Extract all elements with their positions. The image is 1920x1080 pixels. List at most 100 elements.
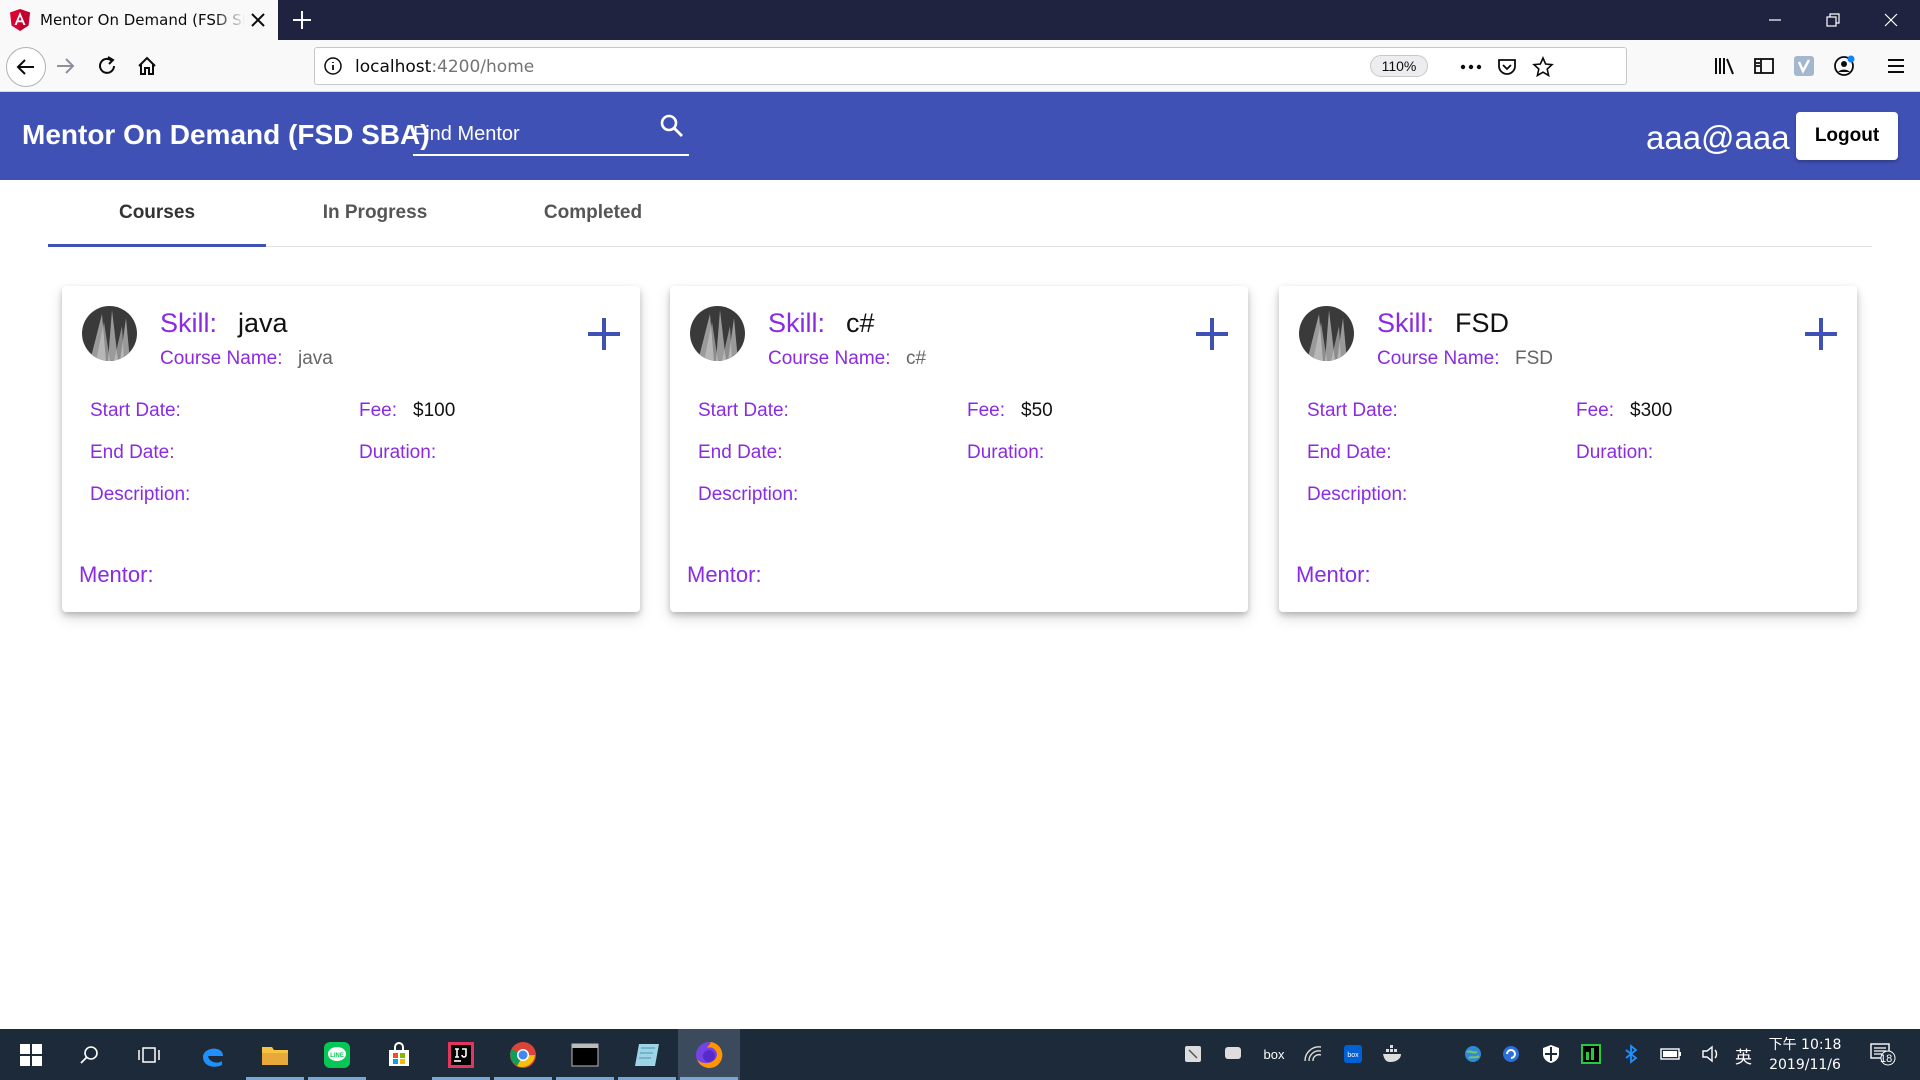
add-course-button[interactable] (586, 316, 622, 352)
tray-network-icon[interactable] (1302, 1043, 1324, 1065)
end-date-label: End Date: (90, 442, 175, 463)
taskbar-clock[interactable]: 下午 10:18 2019/11/6 (1765, 1035, 1845, 1075)
add-course-button[interactable] (1803, 316, 1839, 352)
search-taskbar-button[interactable] (58, 1029, 120, 1080)
tray-evernote-icon[interactable] (1182, 1043, 1204, 1065)
line-chat-icon: LINE (324, 1041, 350, 1068)
task-view-button[interactable] (118, 1029, 180, 1080)
mentor-label: Mentor: (687, 562, 762, 587)
account-button[interactable] (1831, 53, 1857, 79)
mentor-avatar (82, 306, 137, 361)
close-window-button[interactable] (1862, 0, 1920, 40)
skill-value: c# (846, 308, 875, 338)
taskbar-app-chrome[interactable] (492, 1029, 554, 1080)
course-tabs: Courses In Progress Completed (48, 180, 1872, 247)
pocket-icon (1498, 59, 1516, 75)
find-mentor-field[interactable] (413, 112, 689, 156)
avatar-image-icon (1299, 306, 1354, 361)
tray-box-label-icon[interactable]: box (1260, 1043, 1288, 1065)
tab-completed[interactable]: Completed (484, 180, 702, 246)
mentor-avatar (690, 306, 745, 361)
taskbar-app-terminal[interactable] (554, 1029, 616, 1080)
find-mentor-input[interactable] (413, 120, 653, 148)
search-icon[interactable] (658, 112, 686, 140)
start-date-label: Start Date: (1307, 400, 1398, 421)
logout-button[interactable]: Logout (1796, 112, 1898, 160)
tray-docker-icon[interactable] (1382, 1043, 1404, 1065)
taskbar-app-intellij[interactable] (430, 1029, 492, 1080)
close-icon (1884, 13, 1898, 27)
fee-value: $50 (1021, 400, 1053, 421)
back-button[interactable] (6, 47, 46, 87)
notes-app-icon (635, 1043, 659, 1066)
tray-volume-icon[interactable] (1700, 1043, 1722, 1065)
restore-window-button[interactable] (1804, 0, 1862, 40)
pocket-button[interactable] (1495, 55, 1519, 79)
taskbar-app-store[interactable] (368, 1029, 430, 1080)
angular-favicon-icon (10, 9, 30, 31)
tab-in-progress[interactable]: In Progress (266, 180, 484, 246)
svg-text:box: box (1347, 1052, 1359, 1059)
tray-box-drive-icon[interactable]: box (1342, 1043, 1364, 1065)
sync-icon (1503, 1046, 1519, 1062)
taskbar-app-edge[interactable] (182, 1029, 244, 1080)
arrow-left-icon (16, 59, 34, 75)
forward-button[interactable] (48, 49, 82, 83)
tray-bluetooth-icon[interactable] (1620, 1043, 1642, 1065)
site-info-icon[interactable] (323, 56, 343, 76)
new-tab-icon[interactable] (290, 8, 314, 32)
end-date-label: End Date: (1307, 442, 1392, 463)
wifi-icon (1304, 1046, 1322, 1062)
box-drive-icon: box (1344, 1045, 1362, 1063)
skill-label: Skill: (768, 308, 826, 338)
windows-taskbar: LINE box box 英 下午 10:18 2019/11/6 18 (0, 1029, 1920, 1080)
fee-value: $100 (413, 400, 456, 421)
sidebar-toggle-button[interactable] (1751, 53, 1777, 79)
bluetooth-icon (1625, 1044, 1638, 1064)
url-bar[interactable]: localhost:4200/home 110% (314, 47, 1627, 85)
tray-monitor-icon[interactable] (1580, 1043, 1602, 1065)
menu-button[interactable] (1883, 53, 1909, 79)
tray-battery-icon[interactable] (1660, 1043, 1682, 1065)
action-center-button[interactable]: 18 (1868, 1043, 1898, 1066)
reload-button[interactable] (90, 49, 124, 83)
fee-label: Fee: (967, 400, 1006, 421)
task-view-icon (138, 1046, 160, 1063)
taskbar-app-line[interactable]: LINE (306, 1029, 368, 1080)
home-button[interactable] (130, 49, 164, 83)
tray-sync-icon[interactable] (1500, 1043, 1522, 1065)
page-actions-button[interactable] (1459, 55, 1483, 79)
search-icon (80, 1045, 98, 1064)
start-button[interactable] (0, 1029, 62, 1080)
input-method-indicator[interactable]: 英 (1735, 1043, 1752, 1068)
add-course-button[interactable] (1194, 316, 1230, 352)
tab-courses[interactable]: Courses (48, 180, 266, 246)
taskbar-app-firefox[interactable] (678, 1029, 740, 1080)
fee-label: Fee: (359, 400, 398, 421)
browser-tab[interactable]: Mentor On Demand (FSD SBA) (0, 0, 278, 40)
speaker-icon (1702, 1045, 1718, 1063)
library-icon (1715, 58, 1734, 75)
duration-label: Duration: (1576, 442, 1654, 463)
svg-text:LINE: LINE (330, 1053, 344, 1059)
battery-icon (1660, 1048, 1681, 1060)
tray-chat-icon[interactable] (1222, 1043, 1244, 1065)
course-name-label: Course Name: (768, 348, 891, 369)
taskbar-app-notes[interactable] (616, 1029, 678, 1080)
avatar-image-icon (690, 306, 745, 361)
extension-button[interactable] (1791, 53, 1817, 79)
tray-security-icon[interactable] (1540, 1043, 1562, 1065)
library-button[interactable] (1712, 53, 1738, 79)
taskbar-app-file-explorer[interactable] (244, 1029, 306, 1080)
bookmark-star-button[interactable] (1531, 55, 1555, 79)
minimize-window-button[interactable] (1746, 0, 1804, 40)
duration-label: Duration: (967, 442, 1045, 463)
zoom-level-button[interactable]: 110% (1370, 55, 1428, 77)
course-name-value: c# (906, 348, 927, 369)
description-label: Description: (90, 484, 191, 505)
course-card: Skill: c# Course Name: c# Start Date: Fe… (670, 286, 1248, 612)
tray-globe-icon[interactable] (1462, 1043, 1484, 1065)
close-tab-icon[interactable] (248, 10, 268, 30)
browser-tab-title: Mentor On Demand (FSD SBA) (40, 11, 245, 29)
skill-value: FSD (1455, 308, 1509, 338)
